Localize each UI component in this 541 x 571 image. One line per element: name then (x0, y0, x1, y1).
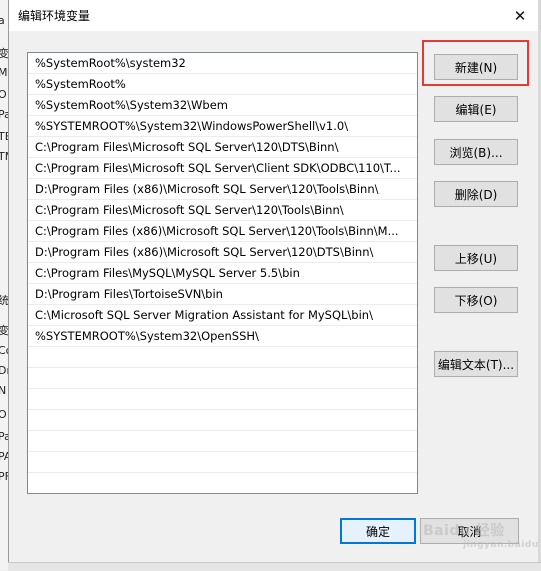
path-list-item[interactable] (28, 452, 417, 473)
close-button[interactable]: ✕ (501, 0, 539, 31)
delete-button[interactable]: 删除(D) (434, 181, 518, 207)
path-list-item[interactable]: %SystemRoot%\System32\Wbem (28, 95, 417, 116)
path-list-item[interactable]: D:\Program Files (x86)\Microsoft SQL Ser… (28, 242, 417, 263)
path-list-item[interactable] (28, 389, 417, 410)
background-text-fragment: M (0, 66, 8, 79)
ok-button[interactable]: 确定 (340, 518, 416, 544)
path-list-item[interactable]: D:\Program Files (x86)\Microsoft SQL Ser… (28, 179, 417, 200)
path-list[interactable]: %SystemRoot%\system32 %SystemRoot% %System… (27, 52, 418, 494)
edit-environment-variable-dialog: 编辑环境变量 ✕ %SystemRoot%\system32 %SystemRoo… (8, 0, 541, 570)
watermark-word: Baidu 经验 (423, 523, 505, 539)
path-list-item[interactable]: C:\Program Files (x86)\Microsoft SQL Ser… (28, 221, 417, 242)
move-up-button[interactable]: 上移(U) (434, 245, 518, 271)
title-bar: 编辑环境变量 ✕ (9, 0, 539, 31)
edit-button[interactable]: 编辑(E) (434, 96, 518, 122)
close-icon: ✕ (513, 6, 527, 25)
path-list-item[interactable] (28, 431, 417, 452)
background-text-fragment: N (0, 384, 6, 397)
path-list-item[interactable] (28, 410, 417, 431)
path-list-item[interactable]: %SystemRoot% (28, 74, 417, 95)
path-list-item[interactable]: C:\Microsoft SQL Server Migration Assist… (28, 305, 417, 326)
path-list-item[interactable]: C:\Program Files\MySQL\MySQL Server 5.5\… (28, 263, 417, 284)
path-list-item[interactable]: C:\Program Files\Microsoft SQL Server\Cl… (28, 158, 417, 179)
path-list-item[interactable]: %SYSTEMROOT%\System32\OpenSSH\ (28, 326, 417, 347)
new-button[interactable]: 新建(N) (434, 54, 518, 80)
path-list-item[interactable] (28, 347, 417, 368)
move-down-button[interactable]: 下移(O) (434, 287, 518, 313)
dialog-title: 编辑环境变量 (18, 9, 91, 23)
edit-text-button[interactable]: 编辑文本(T)... (434, 351, 518, 377)
path-list-item[interactable] (28, 368, 417, 389)
background-text-fragment: a (0, 14, 5, 27)
background-text-fragment: O (0, 408, 7, 421)
background-text-fragment: O (0, 88, 7, 101)
path-list-item[interactable]: D:\Program Files\TortoiseSVN\bin (28, 284, 417, 305)
watermark-url: jingyan.baidu.com (463, 540, 541, 550)
path-list-item[interactable]: C:\Program Files\Microsoft SQL Server\12… (28, 137, 417, 158)
baidu-jingyan-watermark: Baidu 经验 jingyan.baidu.com (413, 514, 541, 554)
path-list-item[interactable]: %SystemRoot%\system32 (28, 53, 417, 74)
browse-button[interactable]: 浏览(B)... (434, 139, 518, 165)
path-list-item[interactable] (28, 473, 417, 493)
path-list-item[interactable]: C:\Program Files\Microsoft SQL Server\12… (28, 200, 417, 221)
path-list-item[interactable]: %SYSTEMROOT%\System32\WindowsPowerShell\… (28, 116, 417, 137)
